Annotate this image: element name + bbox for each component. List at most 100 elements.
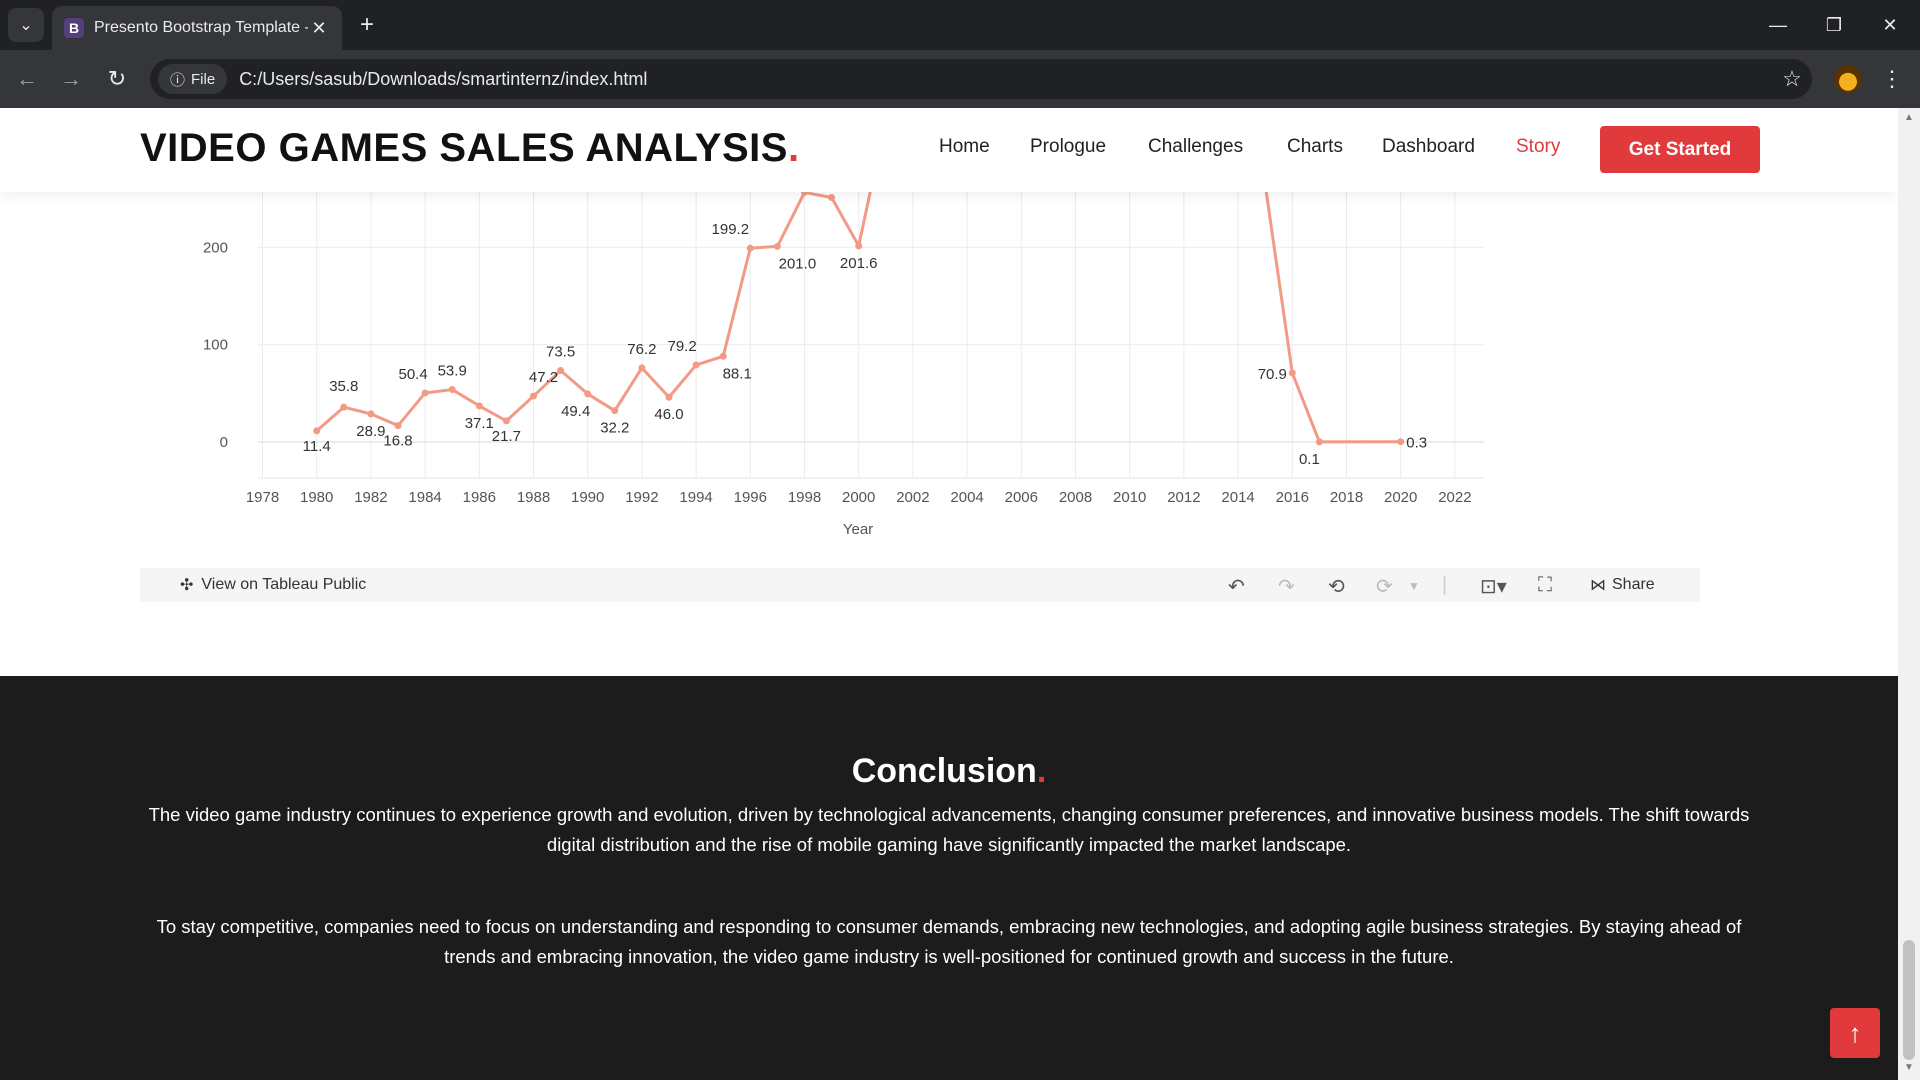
site-logo[interactable]: VIDEO GAMES SALES ANALYSIS.	[140, 126, 800, 171]
nav-prologue[interactable]: Prologue	[1030, 136, 1106, 158]
url-text[interactable]: C:/Users/sasub/Downloads/smartinternz/in…	[239, 69, 1772, 90]
redo-icon[interactable]: ↷	[1278, 574, 1295, 599]
data-point[interactable]	[530, 392, 537, 400]
scroll-down-arrow-icon[interactable]: ▼	[1898, 1062, 1920, 1076]
close-tab-icon[interactable]: ✕	[308, 18, 330, 39]
nav-challenges[interactable]: Challenges	[1148, 136, 1243, 158]
data-label: 79.2	[667, 338, 696, 355]
data-label: 32.2	[600, 420, 629, 437]
data-point[interactable]	[1315, 438, 1323, 446]
conclusion-section: Conclusion. The video game industry cont…	[0, 676, 1898, 1080]
data-label: 11.4	[303, 438, 331, 455]
data-point[interactable]	[340, 403, 348, 411]
y-tick-label: 100	[203, 337, 228, 354]
data-point[interactable]	[855, 242, 863, 250]
nav-dashboard[interactable]: Dashboard	[1382, 136, 1475, 158]
refresh-icon[interactable]: ⟳	[1376, 574, 1393, 599]
x-tick-label: 1978	[246, 489, 279, 506]
site-info-chip[interactable]: ⓘ File	[158, 64, 228, 94]
close-window-button[interactable]: ✕	[1862, 0, 1918, 50]
address-bar[interactable]: ⓘ File C:/Users/sasub/Downloads/smartint…	[150, 59, 1812, 99]
x-tick-label: 2004	[950, 489, 983, 506]
x-tick-label: 1994	[679, 489, 712, 506]
data-label: 21.7	[492, 428, 521, 445]
data-point[interactable]	[692, 361, 700, 369]
x-tick-label: 1984	[408, 489, 441, 506]
nav-home[interactable]: Home	[939, 136, 990, 158]
data-point[interactable]	[719, 352, 727, 360]
logo-text: VIDEO GAMES SALES ANALYSIS	[140, 126, 788, 170]
undo-icon[interactable]: ↶	[1228, 574, 1245, 599]
fullscreen-icon[interactable]: ⛶	[1538, 574, 1552, 597]
arrow-up-icon: ↑	[1848, 1017, 1862, 1048]
data-point[interactable]	[1288, 369, 1296, 377]
data-point[interactable]	[394, 422, 402, 430]
x-tick-label: 2008	[1059, 489, 1092, 506]
data-label: 76.2	[627, 341, 656, 358]
data-point[interactable]	[828, 193, 836, 201]
tab-search-button[interactable]: ⌄	[8, 8, 44, 42]
data-point[interactable]	[448, 386, 456, 394]
file-chip-label: File	[191, 70, 216, 88]
refresh-dropdown-icon[interactable]: ▼	[1408, 579, 1420, 593]
page-viewport: VIDEO GAMES SALES ANALYSIS. Home Prologu…	[0, 108, 1898, 1080]
scroll-up-arrow-icon[interactable]: ▲	[1898, 112, 1920, 126]
x-tick-label: 1990	[571, 489, 604, 506]
data-point[interactable]	[773, 242, 781, 250]
x-tick-label: 2012	[1167, 489, 1200, 506]
view-on-tableau-link[interactable]: ✣ View on Tableau Public	[180, 575, 366, 595]
tableau-toolbar: ✣ View on Tableau Public ↶ ↷ ⟲ ⟳ ▼ | ⊡▾ …	[140, 568, 1700, 602]
data-point[interactable]	[665, 393, 673, 401]
scrollbar-thumb[interactable]	[1903, 940, 1915, 1060]
browser-tab[interactable]: B Presento Bootstrap Template - ✕	[52, 6, 342, 50]
x-tick-label: 2010	[1113, 489, 1146, 506]
conclusion-paragraph-2: To stay competitive, companies need to f…	[156, 916, 1742, 967]
share-button[interactable]: ⋈ Share	[1590, 575, 1655, 595]
data-point[interactable]	[638, 364, 646, 372]
data-point[interactable]	[746, 244, 754, 252]
data-label: 70.9	[1258, 366, 1287, 383]
x-tick-label: 1998	[788, 489, 821, 506]
x-tick-label: 1982	[354, 489, 387, 506]
profile-avatar[interactable]	[1834, 65, 1862, 93]
data-point[interactable]	[611, 407, 619, 415]
x-tick-label: 1992	[625, 489, 658, 506]
data-point[interactable]	[313, 427, 321, 435]
info-icon: ⓘ	[170, 71, 186, 89]
data-label: 201.6	[840, 255, 878, 272]
data-point[interactable]	[584, 390, 592, 398]
conclusion-paragraph-1: The video game industry continues to exp…	[148, 804, 1750, 855]
forward-button[interactable]: →	[54, 62, 88, 96]
conclusion-title-text: Conclusion	[851, 752, 1037, 790]
nav-story[interactable]: Story	[1516, 136, 1560, 158]
minimize-window-button[interactable]: —	[1750, 0, 1806, 50]
back-to-top-button[interactable]: ↑	[1830, 1008, 1880, 1058]
x-tick-label: 2014	[1221, 489, 1254, 506]
toolbar-divider: |	[1442, 574, 1448, 596]
new-tab-button[interactable]: +	[352, 10, 382, 40]
data-point[interactable]	[475, 402, 483, 410]
get-started-button[interactable]: Get Started	[1600, 126, 1760, 173]
revert-icon[interactable]: ⟲	[1328, 574, 1345, 599]
x-tick-label: 2000	[842, 489, 875, 506]
page-scrollbar[interactable]: ▲ ▼	[1898, 108, 1920, 1080]
back-button[interactable]: ←	[10, 62, 44, 96]
data-point[interactable]	[557, 366, 565, 374]
data-point[interactable]	[421, 389, 429, 397]
restore-window-button[interactable]: ❐	[1806, 0, 1862, 50]
data-label: 35.8	[329, 378, 358, 395]
reload-button[interactable]: ↻	[100, 62, 134, 96]
data-label: 73.5	[546, 343, 575, 360]
x-axis-title: Year	[843, 521, 873, 538]
presentation-icon[interactable]: ⊡▾	[1480, 574, 1507, 599]
data-point[interactable]	[502, 417, 510, 425]
browser-menu-icon[interactable]: ⋮	[1880, 62, 1904, 96]
nav-charts[interactable]: Charts	[1287, 136, 1343, 158]
data-point[interactable]	[1397, 438, 1405, 446]
data-point[interactable]	[367, 410, 375, 418]
site-header: VIDEO GAMES SALES ANALYSIS. Home Prologu…	[0, 108, 1898, 192]
bookmark-star-icon[interactable]: ☆	[1772, 66, 1812, 92]
tableau-logo-icon: ✣	[180, 577, 194, 594]
x-tick-label: 2020	[1384, 489, 1417, 506]
y-tick-label: 0	[220, 434, 228, 451]
